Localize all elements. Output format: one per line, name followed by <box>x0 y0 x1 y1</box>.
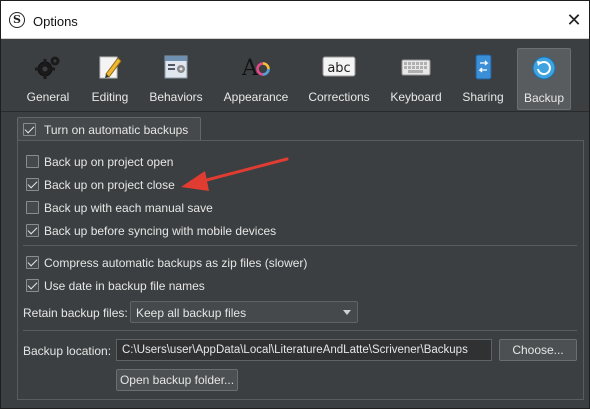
divider <box>23 330 577 331</box>
tab-sharing-label: Sharing <box>462 90 504 104</box>
tab-appearance[interactable]: A Appearance <box>219 50 293 108</box>
tab-sharing[interactable]: Sharing <box>457 50 509 108</box>
tab-appearance-label: Appearance <box>223 90 289 104</box>
tab-general-label: General <box>26 90 70 104</box>
backup-manual-save-checkbox[interactable] <box>26 201 39 214</box>
options-toolbar: General Editing Behaviors A Appearance a… <box>1 40 589 112</box>
date-in-filename-checkbox[interactable] <box>26 279 39 292</box>
tab-general[interactable]: General <box>19 50 77 108</box>
scrivener-logo-icon: S <box>9 12 25 28</box>
backup-before-sync-checkbox[interactable] <box>26 224 39 237</box>
backup-location-field[interactable]: C:\Users\user\AppData\Local\LiteratureAn… <box>116 339 492 361</box>
backup-on-close-checkbox[interactable] <box>26 178 39 191</box>
date-in-filename-label: Use date in backup file names <box>44 279 205 293</box>
tab-editing-label: Editing <box>91 90 129 104</box>
options-window: S Options ✕ General Editing Behaviors A … <box>0 0 590 409</box>
backup-icon <box>532 56 556 80</box>
close-icon[interactable]: ✕ <box>563 9 585 31</box>
tab-editing[interactable]: Editing <box>83 50 137 108</box>
gears-icon <box>35 56 60 79</box>
divider <box>23 245 577 246</box>
backup-location-path: C:\Users\user\AppData\Local\LiteratureAn… <box>122 344 468 356</box>
keyboard-icon <box>401 59 431 76</box>
abc-icon: abc <box>322 56 356 77</box>
chevron-down-icon <box>343 310 351 315</box>
backup-on-open-checkbox[interactable] <box>26 155 39 168</box>
sharing-icon <box>475 54 492 80</box>
choose-button[interactable]: Choose... <box>499 339 577 361</box>
retain-backups-select[interactable]: Keep all backup files <box>130 301 358 323</box>
retain-backups-label: Retain backup files: <box>23 306 128 320</box>
window-title: Options <box>33 14 78 29</box>
tab-behaviors-label: Behaviors <box>149 90 203 104</box>
backup-before-sync-label: Back up before syncing with mobile devic… <box>44 224 277 238</box>
tab-keyboard-label: Keyboard <box>390 90 442 104</box>
turn-on-backups-checkbox[interactable] <box>23 123 36 136</box>
compress-zip-checkbox[interactable] <box>26 256 39 269</box>
title-bar: S Options ✕ <box>1 1 589 39</box>
svg-text:abc: abc <box>327 61 350 76</box>
compress-zip-label: Compress automatic backups as zip files … <box>44 256 308 270</box>
backup-on-close-label: Back up on project close <box>44 178 175 192</box>
tab-backup-label: Backup <box>523 91 565 105</box>
backup-location-label: Backup location: <box>23 344 112 358</box>
tab-behaviors[interactable]: Behaviors <box>145 50 207 108</box>
annotation-arrow-icon <box>181 157 289 191</box>
backup-manual-save-label: Back up with each manual save <box>44 201 213 215</box>
tab-corrections-label: Corrections <box>308 90 370 104</box>
font-color-icon: A <box>242 56 270 80</box>
tab-backup[interactable]: Backup <box>517 48 571 110</box>
pencil-icon <box>99 56 122 79</box>
turn-on-backups-label: Turn on automatic backups <box>44 123 189 137</box>
tab-keyboard[interactable]: Keyboard <box>385 50 447 108</box>
retain-backups-value: Keep all backup files <box>136 306 247 320</box>
behaviors-icon <box>164 55 188 79</box>
backup-on-open-label: Back up on project open <box>44 155 174 169</box>
tab-corrections[interactable]: abc Corrections <box>303 50 375 108</box>
open-backup-folder-button[interactable]: Open backup folder... <box>116 369 238 391</box>
